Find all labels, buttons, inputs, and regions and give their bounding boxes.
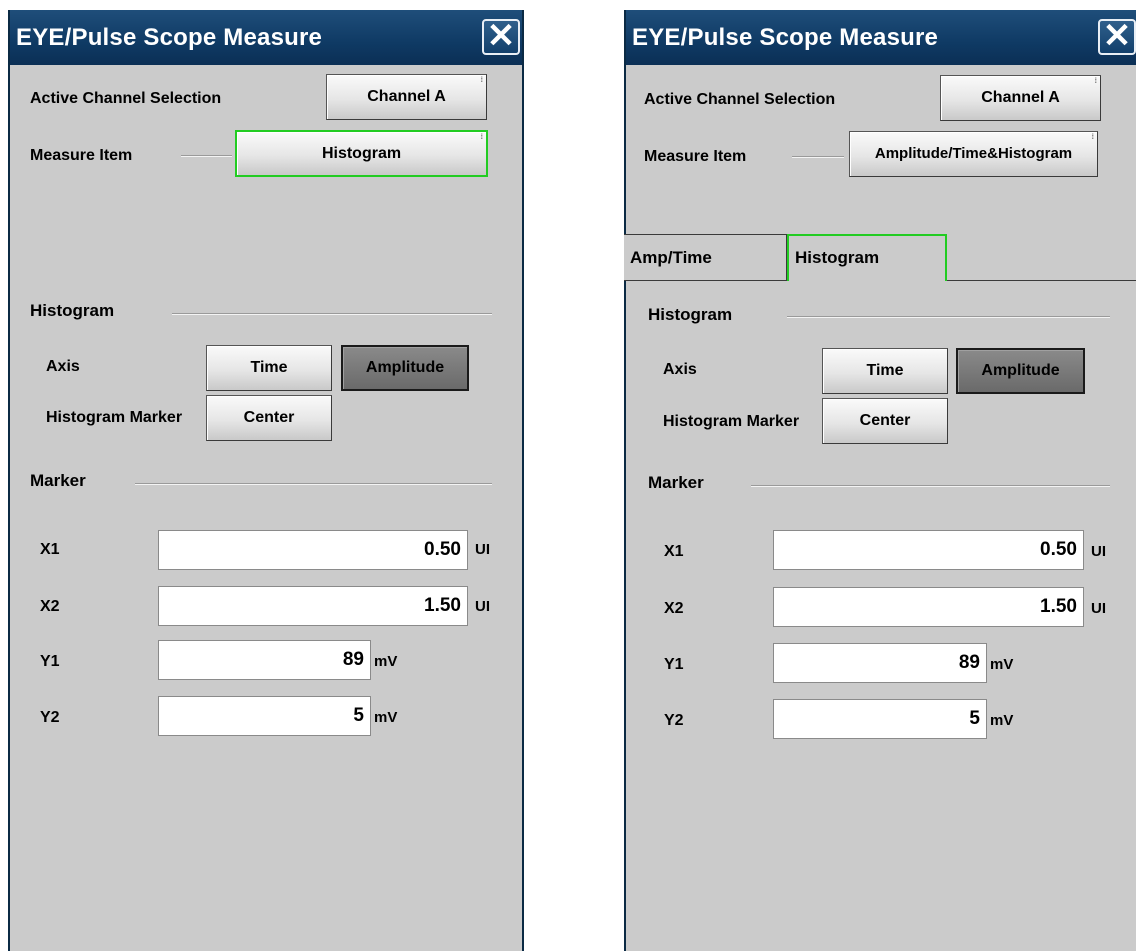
x1-input[interactable]: 0.50 bbox=[158, 530, 468, 570]
dropdown-dots-icon: ⁞ bbox=[480, 77, 483, 84]
active-channel-label: Active Channel Selection bbox=[644, 91, 836, 108]
y1-unit: mV bbox=[374, 653, 398, 670]
x2-label: X2 bbox=[664, 600, 684, 617]
measure-dialog-amp-time-histogram: EYE/Pulse Scope Measure ✕ Active Channel… bbox=[624, 10, 1136, 951]
measure-item-value: Histogram bbox=[321, 145, 402, 162]
axis-amplitude-button[interactable]: Amplitude bbox=[341, 345, 469, 391]
active-channel-label: Active Channel Selection bbox=[30, 90, 222, 107]
histogram-marker-label: Histogram Marker bbox=[663, 413, 800, 430]
axis-time-button[interactable]: Time bbox=[206, 345, 332, 391]
x1-label: X1 bbox=[40, 541, 60, 558]
measure-item-label: Measure Item bbox=[30, 147, 133, 164]
histogram-marker-center-button[interactable]: Center bbox=[822, 398, 948, 444]
channel-button-label: Channel A bbox=[367, 88, 446, 105]
y1-label: Y1 bbox=[664, 656, 684, 673]
x2-input[interactable]: 1.50 bbox=[773, 587, 1084, 627]
close-icon[interactable]: ✕ bbox=[1098, 19, 1136, 55]
measure-item-label: Measure Item bbox=[644, 148, 747, 165]
dropdown-dots-icon: ⁞ bbox=[1091, 134, 1094, 141]
x2-input[interactable]: 1.50 bbox=[158, 586, 468, 626]
measure-item-value: Amplitude/Time&Histogram bbox=[874, 145, 1073, 162]
section-divider bbox=[787, 316, 1110, 318]
tab-baseline bbox=[947, 280, 1136, 281]
axis-amplitude-button[interactable]: Amplitude bbox=[956, 348, 1085, 394]
y1-label: Y1 bbox=[40, 653, 60, 670]
marker-section-title: Marker bbox=[648, 473, 704, 492]
histogram-marker-center-button[interactable]: Center bbox=[206, 395, 332, 441]
y1-input[interactable]: 89 bbox=[773, 643, 987, 683]
axis-label: Axis bbox=[46, 358, 80, 375]
dropdown-dots-icon: ⁞ bbox=[1094, 78, 1097, 85]
close-icon[interactable]: ✕ bbox=[482, 19, 520, 55]
channel-button-label: Channel A bbox=[981, 89, 1060, 106]
divider bbox=[792, 156, 844, 158]
y2-label: Y2 bbox=[40, 709, 60, 726]
y1-input[interactable]: 89 bbox=[158, 640, 371, 680]
measure-item-button[interactable]: Amplitude/Time&Histogram ⁞ bbox=[849, 131, 1098, 177]
histogram-section-title: Histogram bbox=[30, 301, 115, 320]
tab-amp-time[interactable]: Amp/Time bbox=[624, 234, 787, 280]
channel-select-button[interactable]: Channel A ⁞ bbox=[326, 74, 487, 120]
y2-unit: mV bbox=[374, 709, 398, 726]
histogram-marker-label: Histogram Marker bbox=[46, 409, 183, 426]
x1-label: X1 bbox=[664, 543, 684, 560]
measure-dialog-histogram: EYE/Pulse Scope Measure ✕ Active Channel… bbox=[8, 10, 524, 951]
axis-label: Axis bbox=[663, 361, 697, 378]
y1-unit: mV bbox=[990, 656, 1014, 673]
x2-unit: UI bbox=[475, 598, 490, 615]
tab-histogram[interactable]: Histogram bbox=[787, 234, 947, 281]
dialog-title: EYE/Pulse Scope Measure bbox=[626, 10, 1136, 65]
measure-item-button[interactable]: Histogram ⁞ bbox=[235, 130, 488, 177]
dialog-title: EYE/Pulse Scope Measure bbox=[10, 10, 522, 65]
x1-input[interactable]: 0.50 bbox=[773, 530, 1084, 570]
y2-input[interactable]: 5 bbox=[158, 696, 371, 736]
histogram-section-title: Histogram bbox=[648, 305, 733, 324]
section-divider bbox=[751, 485, 1110, 487]
x2-label: X2 bbox=[40, 598, 60, 615]
y2-input[interactable]: 5 bbox=[773, 699, 987, 739]
x2-unit: UI bbox=[1091, 600, 1106, 617]
dropdown-dots-icon: ⁞ bbox=[480, 134, 483, 141]
marker-section-title: Marker bbox=[30, 471, 86, 490]
channel-select-button[interactable]: Channel A ⁞ bbox=[940, 75, 1101, 121]
y2-label: Y2 bbox=[664, 712, 684, 729]
x1-unit: UI bbox=[475, 541, 490, 558]
tab-baseline bbox=[624, 280, 787, 281]
x1-unit: UI bbox=[1091, 543, 1106, 560]
section-divider bbox=[135, 483, 492, 485]
y2-unit: mV bbox=[990, 712, 1014, 729]
section-divider bbox=[172, 313, 492, 315]
divider bbox=[181, 155, 232, 157]
axis-time-button[interactable]: Time bbox=[822, 348, 948, 394]
